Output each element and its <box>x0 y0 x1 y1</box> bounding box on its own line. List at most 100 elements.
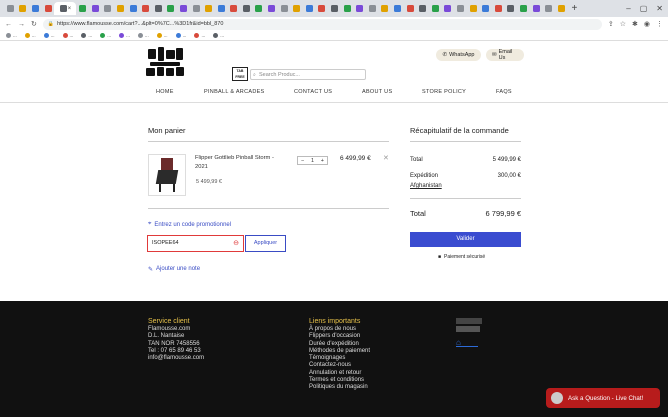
product-image[interactable] <box>148 154 186 196</box>
product-name[interactable]: Flipper Gottlieb Pinball Storm - 2021 <box>195 154 275 172</box>
quantity-stepper[interactable]: − 1 + <box>297 156 328 165</box>
new-tab-icon[interactable]: + <box>572 3 578 14</box>
maximize-icon[interactable]: ▢ <box>640 4 648 13</box>
browser-tab[interactable] <box>517 2 530 15</box>
nav-pinball-arcades[interactable]: PINBALL & ARCADES <box>204 89 265 95</box>
browser-tab[interactable] <box>139 2 152 15</box>
bookmark-item[interactable]: ... <box>156 33 168 38</box>
whatsapp-button[interactable]: ✆ WhatsApp <box>436 49 481 61</box>
nav-contact-us[interactable]: CONTACT US <box>294 89 332 95</box>
promo-code-input[interactable]: ISOPEE64 ⊖ <box>147 235 244 252</box>
site-logo[interactable] <box>146 47 186 77</box>
footer-link[interactable]: Politiques du magasin <box>309 384 370 391</box>
share-icon[interactable]: ⇪ <box>608 20 614 28</box>
browser-tab[interactable] <box>341 2 354 15</box>
footer-link[interactable]: À propos de nous <box>309 326 370 333</box>
apply-promo-button[interactable]: Appliquer <box>245 235 286 252</box>
browser-tab[interactable] <box>89 2 102 15</box>
bookmark-item[interactable]: ... <box>119 33 130 38</box>
profile-icon[interactable]: ◉ <box>644 20 650 28</box>
checkout-button[interactable]: Valider <box>410 232 521 247</box>
browser-tab[interactable] <box>76 2 89 15</box>
browser-tab[interactable] <box>265 2 278 15</box>
nav-faqs[interactable]: FAQS <box>496 89 512 95</box>
nav-home[interactable]: HOME <box>156 89 174 95</box>
browser-tab[interactable] <box>429 2 442 15</box>
browser-tab[interactable] <box>215 2 228 15</box>
browser-tab[interactable] <box>379 2 392 15</box>
browser-tab-active[interactable]: × <box>54 2 77 15</box>
browser-tab[interactable] <box>177 2 190 15</box>
browser-tab[interactable] <box>102 2 115 15</box>
url-input[interactable]: 🔒 https://www.flamousse.com/cart?...&plt=… <box>42 18 602 30</box>
footer-link[interactable]: Flippers d'occasion <box>309 333 370 340</box>
browser-tab[interactable] <box>190 2 203 15</box>
bookmark-item[interactable]: ... <box>213 33 224 38</box>
browser-tab[interactable] <box>353 2 366 15</box>
star-icon[interactable]: ☆ <box>620 20 626 28</box>
browser-tab[interactable] <box>303 2 316 15</box>
bookmark-item[interactable]: ... <box>81 33 92 38</box>
footer-link[interactable]: Méthodes de paiement <box>309 348 370 355</box>
nav-store-policy[interactable]: STORE POLICY <box>422 89 466 95</box>
close-tab-icon[interactable]: × <box>68 6 72 12</box>
browser-tab[interactable] <box>165 2 178 15</box>
back-icon[interactable]: ← <box>5 21 12 28</box>
browser-tab[interactable] <box>316 2 329 15</box>
browser-tab[interactable] <box>492 2 505 15</box>
qty-minus[interactable]: − <box>301 158 304 164</box>
footer-link[interactable]: Termes et conditions <box>309 377 370 384</box>
browser-tab[interactable] <box>366 2 379 15</box>
bookmark-item[interactable]: ... <box>137 33 149 38</box>
browser-tab[interactable] <box>114 2 127 15</box>
add-note-link[interactable]: ✎ Ajouter une note <box>148 266 200 273</box>
browser-tab[interactable] <box>542 2 555 15</box>
bookmark-item[interactable]: ... <box>100 33 111 38</box>
footer-link[interactable]: Durée d'expédition <box>309 341 370 348</box>
browser-tab[interactable] <box>29 2 42 15</box>
live-chat-button[interactable]: Ask a Question - Live Chat! <box>546 388 660 408</box>
footer-link[interactable]: Contactez-nous <box>309 362 370 369</box>
browser-tab[interactable] <box>278 2 291 15</box>
bookmark-item[interactable]: ... <box>62 33 73 38</box>
search-input[interactable]: ⌕ Search Produc... <box>250 69 366 80</box>
bookmark-item[interactable]: ... <box>6 33 17 38</box>
cart-logo[interactable]: TAB FREE <box>232 67 248 81</box>
qty-value[interactable]: 1 <box>311 158 314 164</box>
minimize-icon[interactable]: – <box>626 4 630 13</box>
browser-tab[interactable] <box>416 2 429 15</box>
footer-link[interactable]: Annulation et retour <box>309 370 370 377</box>
browser-tab[interactable] <box>454 2 467 15</box>
email-button[interactable]: ✉ Email Us <box>486 49 524 61</box>
extensions-icon[interactable]: ✱ <box>632 20 638 28</box>
browser-tab[interactable] <box>328 2 341 15</box>
bookmark-item[interactable]: ... <box>43 33 55 38</box>
browser-tab[interactable] <box>17 2 30 15</box>
qty-plus[interactable]: + <box>321 158 324 164</box>
browser-tab[interactable] <box>479 2 492 15</box>
browser-tab[interactable] <box>530 2 543 15</box>
reload-icon[interactable]: ↻ <box>31 20 37 28</box>
region-link[interactable]: Afghanistan <box>410 183 442 189</box>
browser-tab[interactable] <box>253 2 266 15</box>
promo-code-link[interactable]: ⌖ Entrez un code promotionnel <box>148 221 231 228</box>
nav-about-us[interactable]: ABOUT US <box>362 89 392 95</box>
browser-tab[interactable] <box>127 2 140 15</box>
browser-tab[interactable] <box>4 2 17 15</box>
browser-tab[interactable] <box>202 2 215 15</box>
browser-tab[interactable] <box>467 2 480 15</box>
browser-tab[interactable] <box>152 2 165 15</box>
bookmark-item[interactable]: ... <box>175 33 186 38</box>
browser-tab[interactable] <box>228 2 241 15</box>
close-window-icon[interactable]: ✕ <box>656 4 663 13</box>
footer-link[interactable]: Témoignages <box>309 355 370 362</box>
menu-icon[interactable]: ⋮ <box>656 20 663 28</box>
remove-item-icon[interactable]: ✕ <box>383 154 389 162</box>
browser-tab[interactable] <box>505 2 518 15</box>
browser-tab[interactable] <box>442 2 455 15</box>
browser-tab[interactable] <box>42 2 55 15</box>
forward-icon[interactable]: → <box>18 21 25 28</box>
browser-tab[interactable] <box>240 2 253 15</box>
browser-tab[interactable] <box>290 2 303 15</box>
browser-tab[interactable] <box>404 2 417 15</box>
